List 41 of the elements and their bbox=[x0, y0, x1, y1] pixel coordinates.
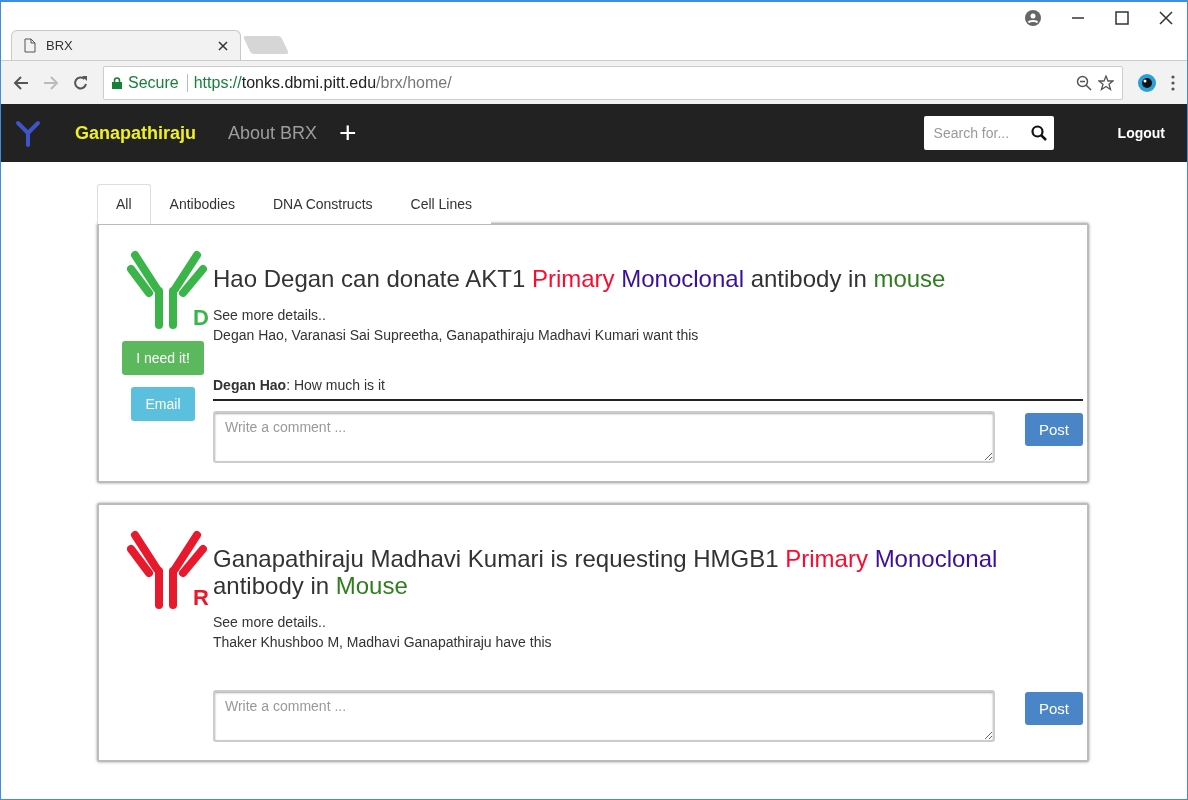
interest-text: Thaker Khushboo M, Madhavi Ganapathiraju have this bbox=[213, 633, 553, 650]
details-link[interactable]: See more details.. bbox=[213, 306, 1083, 323]
brand-link[interactable]: Ganapathiraju bbox=[75, 122, 197, 144]
badge-letter: R bbox=[193, 586, 209, 609]
post-button[interactable]: Post bbox=[1025, 412, 1083, 446]
post-title: Hao Degan can donate AKT1 Primary Monoclonal antibody in mouse bbox=[213, 265, 947, 293]
address-bar[interactable]: Secure https://tonks.dbmi.pitt.edu/brx/home/ bbox=[103, 65, 1123, 100]
nav-link[interactable]: About BRX bbox=[228, 122, 318, 144]
comment-field[interactable]: Write a comment ... bbox=[213, 689, 995, 742]
close-icon[interactable] bbox=[218, 40, 228, 51]
antibody-icon bbox=[127, 528, 208, 609]
tab-title: BRX bbox=[46, 38, 74, 53]
secure-label: Secure bbox=[128, 73, 188, 92]
post-button[interactable]: Post bbox=[1025, 691, 1083, 725]
antibody-icon bbox=[127, 249, 208, 329]
search-button[interactable] bbox=[1023, 116, 1054, 150]
details-link[interactable]: See more details.. bbox=[213, 613, 1083, 630]
extension-icon[interactable] bbox=[1137, 72, 1157, 93]
badge-letter: D bbox=[193, 307, 209, 329]
filter-tab[interactable]: All bbox=[97, 184, 151, 224]
search-field[interactable]: Search for... bbox=[923, 116, 1024, 150]
reload-icon[interactable] bbox=[73, 74, 89, 91]
antibody-logo-icon[interactable] bbox=[15, 119, 41, 147]
logout-link[interactable]: Logout bbox=[1117, 125, 1165, 141]
search-icon bbox=[1030, 125, 1047, 141]
maximize-icon[interactable] bbox=[1115, 11, 1129, 25]
star-icon[interactable] bbox=[1098, 74, 1114, 91]
menu-icon[interactable] bbox=[1171, 74, 1175, 91]
page-icon bbox=[24, 38, 36, 53]
browser-tab[interactable]: BRX bbox=[11, 30, 241, 60]
interest-text: Degan Hao, Varanasi Sai Supreetha, Ganapathiraju Madhavi Kumari want this bbox=[213, 326, 700, 343]
post-title: Ganapathiraju Madhavi Kumari is requesting HMGB1 Primary Monoclonal antibody in Mouse bbox=[213, 544, 999, 600]
profile-icon[interactable] bbox=[1025, 10, 1041, 26]
comment-field[interactable]: Write a comment ... bbox=[213, 410, 995, 463]
back-icon[interactable] bbox=[13, 74, 29, 91]
add-link[interactable]: + bbox=[339, 118, 357, 148]
zoom-out-icon[interactable] bbox=[1076, 74, 1092, 91]
close-icon[interactable] bbox=[1159, 11, 1173, 25]
comment-text: Degan Hao: How much is it bbox=[213, 342, 1083, 401]
lock-icon bbox=[112, 76, 122, 89]
url-text: https://tonks.dbmi.pitt.edu/brx/home/ bbox=[193, 73, 453, 92]
